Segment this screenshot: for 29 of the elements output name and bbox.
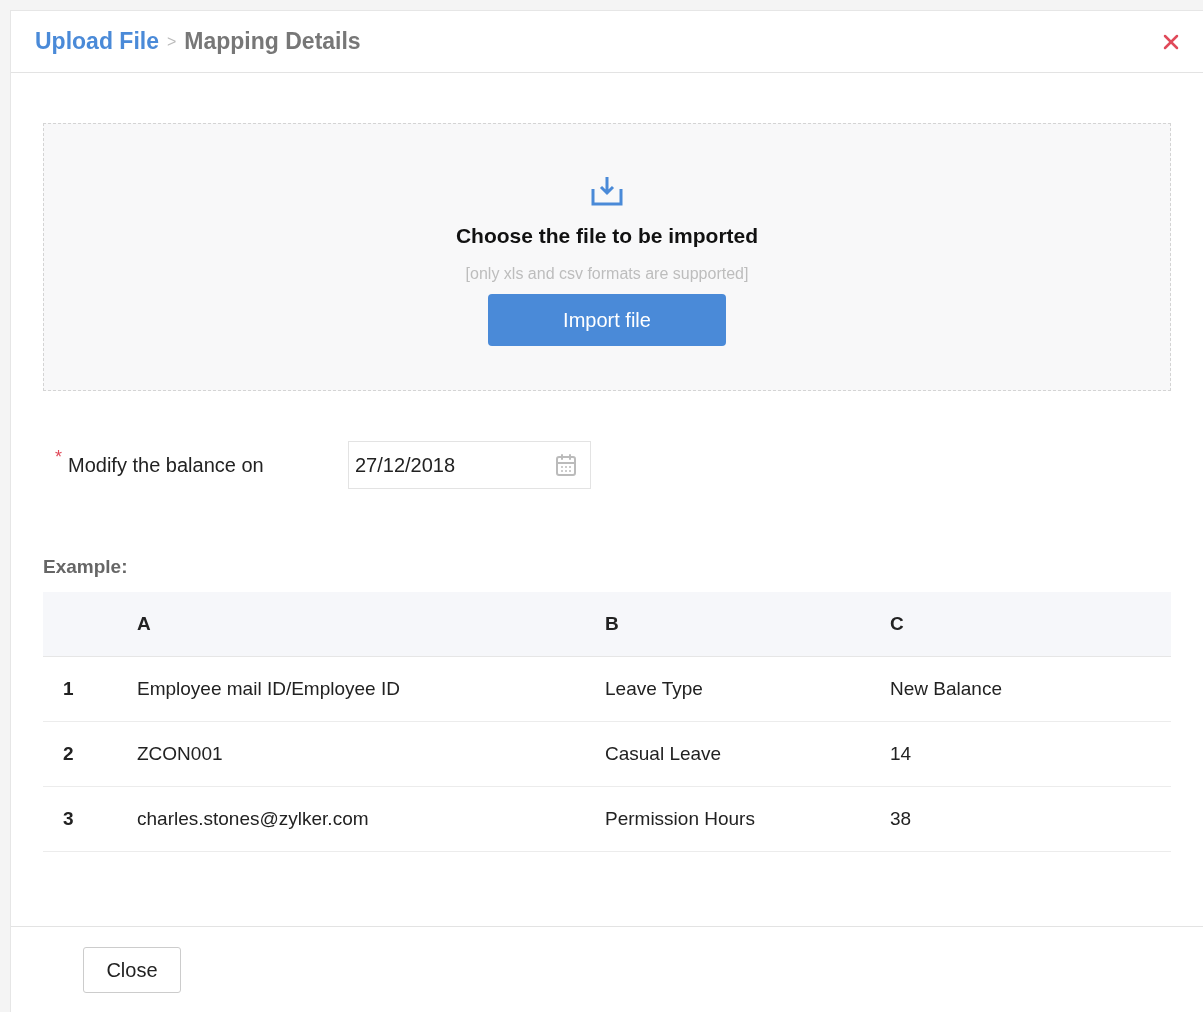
table-cell: Leave Type: [605, 656, 890, 722]
format-hint: [only xls and csv formats are supported]: [465, 263, 749, 284]
example-label: Example:: [43, 555, 129, 579]
row-number: 3: [43, 786, 137, 852]
table-cell: ZCON001: [137, 721, 605, 787]
drop-zone-title: Choose the file to be imported: [455, 223, 759, 249]
column-header: B: [605, 591, 890, 657]
column-header: C: [890, 591, 1171, 657]
row-number: 1: [43, 656, 137, 722]
close-button[interactable]: Close: [83, 946, 181, 993]
breadcrumb-link[interactable]: Upload File: [35, 24, 159, 59]
table-cell: charles.stones@zylker.com: [137, 786, 605, 852]
row-number: 2: [43, 721, 137, 787]
required-asterisk: *: [55, 446, 62, 469]
table-cell: 38: [890, 786, 1171, 852]
table-cell: 14: [890, 721, 1171, 787]
download-tray-icon: [590, 174, 624, 208]
table-cell: New Balance: [890, 656, 1171, 722]
date-field[interactable]: 27/12/2018: [348, 441, 591, 489]
table-cell: Permission Hours: [605, 786, 890, 852]
drop-zone[interactable]: Choose the file to be imported [only xls and csv formats are supported] Import file: [43, 123, 1171, 391]
calendar-icon: [554, 453, 578, 477]
breadcrumb-current: Mapping Details: [184, 27, 361, 57]
column-header: A: [137, 591, 605, 657]
import-file-button[interactable]: Import file: [488, 293, 726, 346]
breadcrumb-separator: >: [166, 31, 177, 52]
table-cell: Employee mail ID/Employee ID: [137, 656, 605, 722]
table-cell: Casual Leave: [605, 721, 890, 787]
field-label: Modify the balance on: [68, 453, 264, 478]
